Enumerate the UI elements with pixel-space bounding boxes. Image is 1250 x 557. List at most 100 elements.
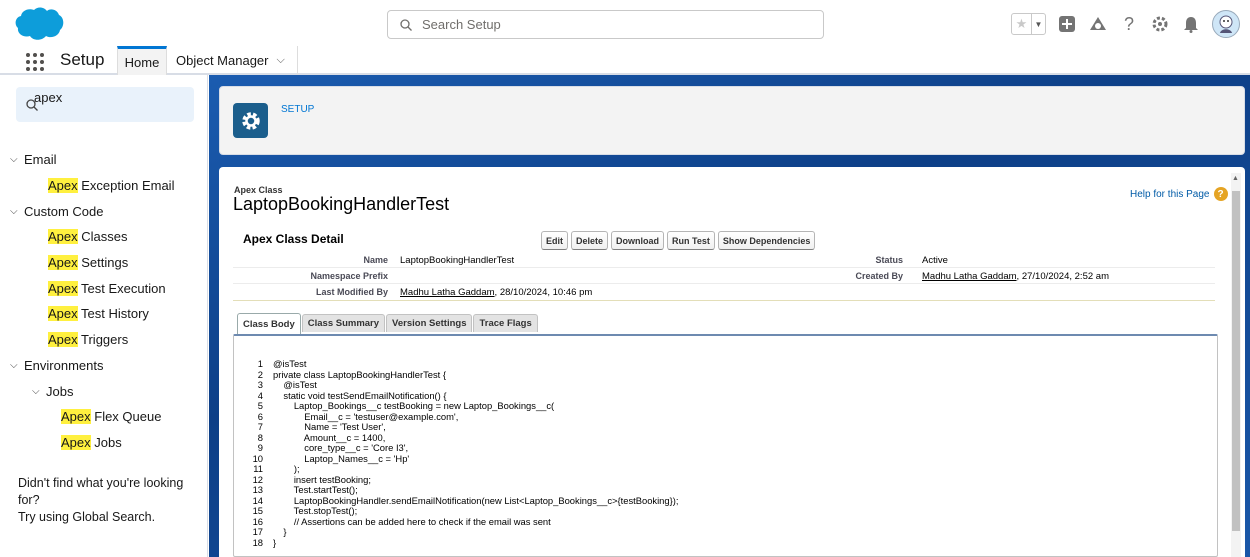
tab-object-manager[interactable]: Object Manager ⌵ (167, 46, 298, 75)
favorites-group[interactable]: ★ ▼ (1011, 13, 1046, 35)
header-utility-icons: ★ ▼ ? (1011, 10, 1240, 38)
page-title: LaptopBookingHandlerTest (233, 194, 450, 214)
chevron-down-icon[interactable]: ▼ (1031, 14, 1045, 34)
delete-button[interactable]: Delete (571, 231, 609, 250)
sidebar-item[interactable]: Apex Triggers (0, 327, 208, 353)
detail-row: Namespace Prefix Created By Madhu Latha … (233, 268, 1215, 284)
add-icon[interactable] (1057, 14, 1077, 34)
sidebar-item[interactable]: Apex Test Execution (0, 275, 208, 301)
help-link[interactable]: Help for this Page ? (1130, 187, 1228, 201)
sidebar-item[interactable]: Apex Classes (0, 224, 208, 250)
chevron-down-icon[interactable]: ⌵ (10, 360, 24, 371)
not-found-hint: Didn't find what you're looking for? Try… (18, 475, 203, 526)
tab-trace-flags[interactable]: Trace Flags (473, 314, 538, 332)
help-link-label[interactable]: Help for this Page (1130, 189, 1210, 200)
class-tabs: Class Body Class Summary Version Setting… (237, 313, 539, 334)
namespace-label: Namespace Prefix (310, 271, 388, 281)
line-number: 7 (257, 421, 263, 432)
salesforce-logo[interactable] (14, 6, 64, 41)
download-button[interactable]: Download (611, 231, 665, 250)
line-number: 9 (257, 442, 263, 453)
line-number: 15 (252, 505, 263, 516)
tab-class-body[interactable]: Class Body (237, 313, 301, 334)
help-icon[interactable]: ? (1119, 14, 1139, 34)
name-value: LaptopBookingHandlerTest (400, 255, 515, 266)
line-number: 11 (253, 463, 263, 474)
sidebar-item[interactable]: Apex Test History (0, 301, 208, 327)
code-line: 3 @isTest (248, 379, 678, 391)
tab-home[interactable]: Home (117, 46, 167, 75)
chevron-down-icon[interactable]: ⌵ (10, 154, 24, 165)
detail-table: Name LaptopBookingHandlerTest Status Act… (233, 252, 1215, 301)
run-test-button[interactable]: Run Test (667, 231, 715, 250)
line-number: 3 (257, 379, 263, 390)
tab-class-summary[interactable]: Class Summary (301, 314, 386, 332)
sidebar-item-label: Apex Flex Queue (61, 409, 162, 425)
last-modified-date: , 28/10/2024, 10:46 pm (494, 287, 593, 298)
edit-button[interactable]: Edit (541, 231, 568, 250)
line-number: 5 (257, 400, 263, 411)
last-modified-user-link[interactable]: Madhu Latha Gaddam (400, 287, 495, 298)
avatar[interactable] (1212, 10, 1240, 38)
detail-button-row: Edit Delete Download Run Test Show Depen… (541, 231, 816, 250)
quick-find-box[interactable]: apex (16, 87, 194, 122)
trailhead-icon[interactable] (1088, 14, 1108, 34)
sidebar-item-label: Email (24, 152, 57, 168)
line-number: 13 (252, 484, 263, 495)
sidebar-section[interactable]: ⌵ Environments (0, 353, 208, 379)
global-search-input[interactable] (422, 17, 802, 32)
name-label: Name (363, 255, 388, 265)
show-dependencies-button[interactable]: Show Dependencies (717, 231, 816, 250)
sidebar-item[interactable]: Apex Settings (0, 250, 208, 276)
code-text: Test.stopTest(); (273, 505, 358, 516)
help-icon[interactable]: ? (1213, 187, 1228, 201)
tab-home-label: Home (124, 54, 160, 70)
tab-version-settings[interactable]: Version Settings (386, 314, 473, 332)
sidebar-item[interactable]: Apex Flex Queue (0, 404, 208, 430)
gear-icon (233, 103, 268, 138)
gear-icon[interactable] (1150, 14, 1170, 34)
app-launcher-icon[interactable] (26, 53, 44, 71)
sidebar-item[interactable]: Apex Exception Email (0, 173, 208, 199)
star-icon[interactable]: ★ (1012, 14, 1031, 34)
sidebar-section[interactable]: ⌵ Jobs (0, 378, 208, 404)
sidebar-section[interactable]: ⌵ Custom Code (0, 198, 208, 224)
status-value: Active (922, 255, 948, 266)
global-search-box[interactable] (387, 10, 824, 39)
quick-find-input[interactable]: apex (34, 90, 62, 105)
code-text: @isTest (273, 358, 307, 369)
chevron-down-icon[interactable]: ⌵ (277, 54, 285, 67)
setup-label: SETUP (281, 104, 315, 115)
code-text: Test.startTest(); (273, 484, 358, 495)
apex-class-page: ▲ Apex Class LaptopBookingHandlerTest He… (219, 167, 1245, 557)
bell-icon[interactable] (1181, 14, 1201, 34)
code-text: @isTest (273, 379, 317, 390)
global-header: ★ ▼ ? (0, 0, 1250, 46)
chevron-down-icon[interactable]: ⌵ (10, 206, 24, 217)
sidebar-item-label: Apex Classes (48, 229, 128, 245)
sidebar-item-label: Apex Settings (48, 255, 129, 271)
sidebar-item-label: Apex Triggers (48, 332, 129, 348)
code-line: 13 Test.startTest(); (248, 484, 678, 496)
line-number: 17 (252, 526, 263, 537)
sidebar-item-label: Apex Test History (48, 306, 149, 322)
sidebar-item-label: Apex Test Execution (48, 280, 166, 296)
sidebar-item[interactable]: Apex Jobs (0, 430, 208, 456)
sidebar-item-label: Apex Jobs (61, 434, 122, 450)
chevron-down-icon[interactable]: ⌵ (32, 386, 46, 397)
code-line: 11 ); (248, 463, 678, 475)
code-text: // Assertions can be added here to check… (273, 515, 551, 527)
created-by-user-link[interactable]: Madhu Latha Gaddam (922, 271, 1017, 282)
sidebar-item-label: Apex Exception Email (48, 178, 175, 194)
code-line: 16 // Assertions can be added here to ch… (248, 515, 678, 528)
code-line: 17 } (248, 526, 678, 538)
code-listing: 1 @isTest 2 private class LaptopBookingHand… (248, 358, 679, 548)
code-text: Name = 'Test User', (273, 421, 386, 432)
scrollbar[interactable]: ▲ (1231, 173, 1241, 557)
line-number: 1 (257, 358, 263, 369)
class-body-panel: 1 @isTest 2 private class LaptopBookingHand… (233, 334, 1218, 557)
tab-object-manager-label: Object Manager (176, 53, 269, 68)
sidebar-section[interactable]: ⌵ Email (0, 147, 208, 173)
setup-tree: ⌵ Email Apex Exception Email ⌵ Custom Code Ap… (0, 147, 208, 455)
not-found-line-1: Didn't find what you're looking for? (18, 476, 184, 507)
